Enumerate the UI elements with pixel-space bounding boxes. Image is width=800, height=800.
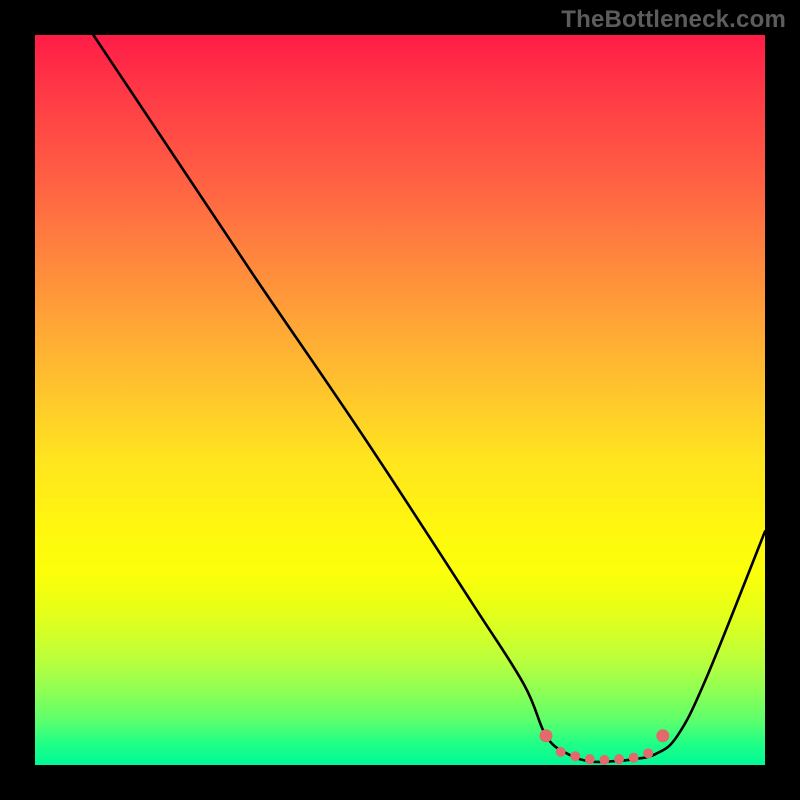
marker-dot <box>585 754 595 764</box>
marker-dot <box>556 747 566 757</box>
marker-dot <box>540 729 553 742</box>
bottleneck-curve-line <box>93 35 765 762</box>
marker-dots-group <box>540 729 670 765</box>
marker-dot <box>656 729 669 742</box>
chart-frame: TheBottleneck.com <box>0 0 800 800</box>
marker-dot <box>629 753 639 763</box>
chart-svg <box>35 35 765 765</box>
marker-dot <box>643 748 653 758</box>
marker-dot <box>599 755 609 765</box>
watermark-text: TheBottleneck.com <box>561 6 786 34</box>
marker-dot <box>614 754 624 764</box>
plot-area <box>35 35 765 765</box>
marker-dot <box>570 751 580 761</box>
